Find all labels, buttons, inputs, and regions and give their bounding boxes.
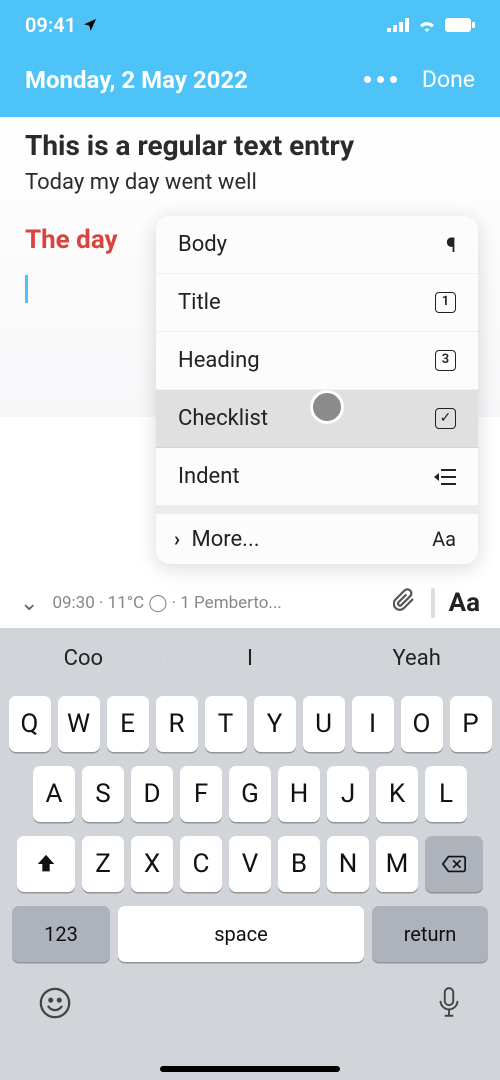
format-menu: Body ¶ Title 1 Heading 3 Checklist ✓ Ind… xyxy=(156,216,478,564)
key-a[interactable]: A xyxy=(33,766,75,822)
text-format-button[interactable]: Aa xyxy=(449,588,480,618)
key-return[interactable]: return xyxy=(372,906,488,962)
indent-icon xyxy=(434,468,456,486)
attachment-button[interactable] xyxy=(393,587,417,620)
title-level-icon: 1 xyxy=(435,292,456,313)
key-g[interactable]: G xyxy=(229,766,271,822)
format-title-label: Title xyxy=(178,290,221,315)
text-cursor xyxy=(25,275,28,303)
header-date: Monday, 2 May 2022 xyxy=(25,66,248,94)
suggestion-1[interactable]: Coo xyxy=(0,646,167,671)
key-k[interactable]: K xyxy=(376,766,418,822)
format-body[interactable]: Body ¶ xyxy=(156,216,478,274)
format-heading[interactable]: Heading 3 xyxy=(156,332,478,390)
key-e[interactable]: E xyxy=(107,696,149,752)
status-time: 09:41 xyxy=(25,13,76,37)
keyboard: Coo I Yeah Q W E R T Y U I O P A S D F G… xyxy=(0,628,500,1080)
chevron-right-icon: › xyxy=(174,527,180,551)
key-b[interactable]: B xyxy=(278,836,320,892)
format-checklist-label: Checklist xyxy=(178,406,268,431)
key-q[interactable]: Q xyxy=(9,696,51,752)
header: Monday, 2 May 2022 Done xyxy=(0,50,500,117)
heading-level-icon: 3 xyxy=(435,350,456,371)
context-info[interactable]: 09:30 · 11°C ◯ · 1 Pemberto... xyxy=(52,593,378,613)
suggestion-2[interactable]: I xyxy=(167,646,334,671)
key-row-4: 123 space return xyxy=(6,906,494,962)
collapse-toolbar-button[interactable]: ⌄ xyxy=(20,591,38,616)
suggestion-3[interactable]: Yeah xyxy=(333,646,500,671)
key-d[interactable]: D xyxy=(131,766,173,822)
wifi-icon xyxy=(417,18,437,32)
done-button[interactable]: Done xyxy=(422,66,475,93)
format-heading-label: Heading xyxy=(178,348,260,373)
status-bar: 09:41 xyxy=(0,0,500,50)
key-space[interactable]: space xyxy=(118,906,364,962)
key-r[interactable]: R xyxy=(156,696,198,752)
touch-indicator xyxy=(310,390,344,424)
key-row-2: A S D F G H J K L xyxy=(6,766,494,822)
note-body-line[interactable]: Today my day went well xyxy=(25,170,475,195)
battery-icon xyxy=(445,18,475,32)
key-row-1: Q W E R T Y U I O P xyxy=(6,696,494,752)
key-m[interactable]: M xyxy=(376,836,418,892)
key-numbers[interactable]: 123 xyxy=(12,906,110,962)
key-u[interactable]: U xyxy=(303,696,345,752)
pilcrow-icon: ¶ xyxy=(446,233,456,257)
key-l[interactable]: L xyxy=(425,766,467,822)
key-f[interactable]: F xyxy=(180,766,222,822)
shift-icon xyxy=(35,853,57,875)
key-p[interactable]: P xyxy=(450,696,492,752)
home-indicator[interactable] xyxy=(160,1066,340,1072)
emoji-icon xyxy=(38,986,72,1020)
format-title[interactable]: Title 1 xyxy=(156,274,478,332)
emoji-button[interactable] xyxy=(38,986,72,1029)
key-x[interactable]: X xyxy=(131,836,173,892)
location-icon xyxy=(82,17,98,33)
key-shift[interactable] xyxy=(17,836,75,892)
key-j[interactable]: J xyxy=(327,766,369,822)
key-backspace[interactable] xyxy=(425,836,483,892)
key-n[interactable]: N xyxy=(327,836,369,892)
checklist-icon: ✓ xyxy=(435,408,456,429)
key-z[interactable]: Z xyxy=(82,836,124,892)
key-w[interactable]: W xyxy=(58,696,100,752)
note-title[interactable]: This is a regular text entry xyxy=(25,129,475,162)
format-more-label: More... xyxy=(192,527,260,552)
bottom-toolbar: ⌄ 09:30 · 11°C ◯ · 1 Pemberto... Aa xyxy=(0,578,500,628)
dictation-button[interactable] xyxy=(436,986,462,1029)
key-s[interactable]: S xyxy=(82,766,124,822)
key-o[interactable]: O xyxy=(401,696,443,752)
key-t[interactable]: T xyxy=(205,696,247,752)
cellular-icon xyxy=(387,18,409,32)
suggestion-bar: Coo I Yeah xyxy=(0,628,500,688)
more-options-button[interactable] xyxy=(364,76,397,83)
format-more[interactable]: › More... Aa xyxy=(156,506,478,564)
aa-icon: Aa xyxy=(432,527,456,551)
key-row-3: Z X C V B N M xyxy=(6,836,494,892)
backspace-icon xyxy=(441,854,467,874)
keyboard-footer xyxy=(0,962,500,1039)
key-v[interactable]: V xyxy=(229,836,271,892)
toolbar-divider xyxy=(431,588,435,618)
key-h[interactable]: H xyxy=(278,766,320,822)
format-indent[interactable]: Indent xyxy=(156,448,478,506)
format-indent-label: Indent xyxy=(178,464,240,489)
key-c[interactable]: C xyxy=(180,836,222,892)
key-y[interactable]: Y xyxy=(254,696,296,752)
format-body-label: Body xyxy=(178,232,227,257)
mic-icon xyxy=(436,986,462,1020)
key-i[interactable]: I xyxy=(352,696,394,752)
